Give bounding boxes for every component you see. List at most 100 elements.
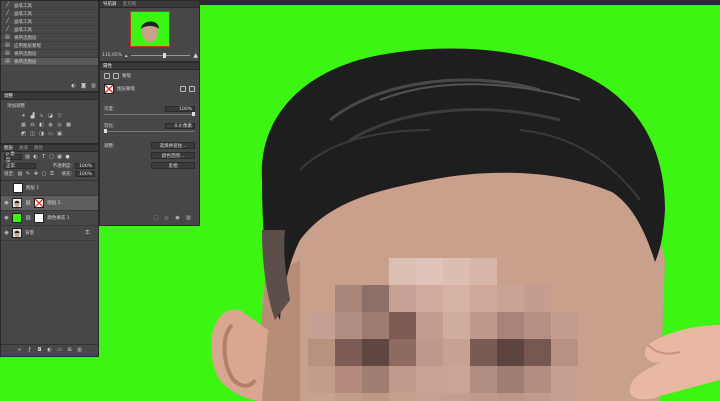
history-item[interactable]: ▤ 将所选图层 xyxy=(1,50,98,58)
link-icon[interactable]: ⛓ xyxy=(25,215,31,221)
tab-adjustments[interactable]: 调整 xyxy=(4,93,13,99)
filter-adjust-icon[interactable]: ◐ xyxy=(33,154,38,160)
lock-move-icon[interactable]: ✥ xyxy=(34,171,39,177)
lock-pixels-icon[interactable]: ▧ xyxy=(18,171,23,177)
vector-mask-icon[interactable] xyxy=(113,73,119,79)
density-slider[interactable] xyxy=(104,112,195,116)
posterize-icon[interactable]: ◫ xyxy=(30,132,35,137)
hue-sat-icon[interactable]: ▦ xyxy=(21,123,26,128)
layer-name[interactable]: 颜色填充 1 xyxy=(47,215,69,221)
color-balance-icon[interactable]: ⚖ xyxy=(30,123,35,128)
layer-name[interactable]: 背景 xyxy=(25,230,34,236)
layer-row[interactable]: ◉ 背景 ⚿ xyxy=(1,226,98,241)
camera-icon[interactable]: ◙ xyxy=(81,84,86,89)
exposure-icon[interactable]: ◪ xyxy=(48,114,53,119)
layer-style-icon[interactable]: ƒ xyxy=(27,348,32,353)
mask-thumbnail[interactable] xyxy=(104,84,114,94)
layer-row[interactable]: ◉ ⛓ 颜色填充 1 xyxy=(1,211,98,226)
zoom-slider[interactable] xyxy=(130,53,191,58)
history-item[interactable]: ╱ 画笔工具 xyxy=(1,18,98,26)
layer-mask-thumbnail[interactable] xyxy=(34,198,45,208)
gradient-map-icon[interactable]: ▭ xyxy=(48,132,53,137)
layer-name[interactable]: 图层 1 xyxy=(26,185,39,191)
link-icon[interactable]: ⛓ xyxy=(25,200,31,206)
history-item[interactable]: ╱ 画笔工具 xyxy=(1,2,98,10)
zoom-value[interactable]: 116.05% xyxy=(102,53,122,58)
top-bar xyxy=(200,0,720,5)
add-mask-icon[interactable]: ◘ xyxy=(37,348,42,353)
feather-slider[interactable] xyxy=(104,129,195,133)
select-and-mask-button[interactable]: 选择并遮住... xyxy=(151,142,195,149)
density-handle[interactable] xyxy=(192,112,195,116)
trash-icon[interactable]: ▥ xyxy=(91,84,96,89)
history-item[interactable]: ▤ 应用图层蒙版 xyxy=(1,42,98,50)
layer-row[interactable]: 图层 1 xyxy=(1,181,98,196)
curves-icon[interactable]: ∿ xyxy=(39,114,44,119)
eye-icon[interactable]: ◉ xyxy=(4,230,9,236)
layer-name[interactable]: 图层 2 xyxy=(47,200,60,206)
lock-all-icon[interactable]: ⚿ xyxy=(50,171,55,177)
tab-paths[interactable]: 路径 xyxy=(34,145,43,151)
zoom-in-icon[interactable]: ▲ xyxy=(193,52,198,59)
zoom-out-icon[interactable]: ▴ xyxy=(125,53,128,59)
density-field[interactable]: 100% xyxy=(165,106,195,112)
tab-channels[interactable]: 通道 xyxy=(19,145,28,151)
lock-paint-icon[interactable]: ✎ xyxy=(26,171,31,177)
delete-layer-icon[interactable]: ▥ xyxy=(77,348,82,353)
adjust-label: 调整: xyxy=(104,143,115,149)
filter-shape-icon[interactable]: ▢ xyxy=(49,154,54,160)
document-canvas[interactable]: ╱ 画笔工具 ╱ 画笔工具 ╱ 画笔工具 ╱ 画笔工具 ▤ 将所选图层 ▤ 应用图层蒙版 ▤… xyxy=(0,0,720,401)
adjustment-layer-icon[interactable]: ◐ xyxy=(47,348,52,353)
apply-icon[interactable]: ◇ xyxy=(164,216,169,221)
filter-type-icon[interactable]: T xyxy=(41,154,46,160)
color-range-button[interactable]: 颜色范围... xyxy=(151,152,195,159)
levels-icon[interactable]: ▟ xyxy=(30,114,35,119)
invert-button[interactable]: 反相 xyxy=(151,162,195,169)
fill-field[interactable]: 100% xyxy=(75,171,95,177)
color-lookup-icon[interactable]: ▩ xyxy=(66,123,71,128)
zoom-slider-handle[interactable] xyxy=(163,53,167,58)
layer-row[interactable]: ◉ ⛓ 图层 2 xyxy=(1,196,98,211)
filter-toggle-icon[interactable]: ● xyxy=(65,154,70,160)
lock-artboard-icon[interactable]: ▢ xyxy=(42,171,47,177)
opacity-field[interactable]: 100% xyxy=(75,163,95,169)
brightness-icon[interactable]: ☀ xyxy=(21,114,26,119)
eye-icon[interactable]: ◉ xyxy=(4,215,9,221)
filter-smart-icon[interactable]: ▣ xyxy=(57,154,62,160)
blend-mode-select[interactable]: 正常 xyxy=(4,163,36,169)
feather-field[interactable]: 0.0 像素 xyxy=(165,123,195,129)
vibrance-icon[interactable]: ▽ xyxy=(57,114,62,119)
load-selection-icon[interactable]: ⬚ xyxy=(153,216,158,221)
feather-handle[interactable] xyxy=(104,129,107,133)
feather-row: 羽化: 0.0 像素 xyxy=(100,115,199,129)
channel-mixer-icon[interactable]: ◎ xyxy=(57,123,62,128)
layer-filter-select[interactable]: ρ 类型 xyxy=(4,152,22,163)
new-snapshot-icon[interactable]: ◐ xyxy=(71,84,76,89)
mask-name: 图层蒙版 xyxy=(117,87,135,92)
tab-histogram[interactable]: 直方图 xyxy=(123,1,137,7)
invert-icon[interactable]: ◩ xyxy=(21,132,26,137)
tab-properties[interactable]: 属性 xyxy=(103,63,112,69)
tab-navigator[interactable]: 导航器 xyxy=(103,1,117,7)
properties-type-label: 蒙版 xyxy=(122,74,131,79)
delete-mask-icon[interactable]: ▥ xyxy=(186,216,191,221)
layer-mask-thumbnail[interactable] xyxy=(34,213,45,223)
link-layers-icon[interactable]: ∞ xyxy=(17,348,22,353)
filter-pixel-icon[interactable]: ▨ xyxy=(25,154,30,160)
group-icon[interactable]: ▭ xyxy=(57,348,62,353)
new-layer-icon[interactable]: ⊞ xyxy=(67,348,72,353)
black-white-icon[interactable]: ◧ xyxy=(39,123,44,128)
select-mask-icon[interactable] xyxy=(180,86,186,92)
apply-mask-icon[interactable] xyxy=(189,86,195,92)
eye-icon[interactable]: ◉ xyxy=(4,200,9,206)
photo-filter-icon[interactable]: ◍ xyxy=(48,123,53,128)
history-item[interactable]: ╱ 画笔工具 xyxy=(1,26,98,34)
selective-color-icon[interactable]: ▣ xyxy=(57,132,62,137)
history-item[interactable]: ▤ 将所选图层 xyxy=(1,34,98,42)
navigator-preview[interactable] xyxy=(130,11,170,47)
pixel-mask-icon[interactable] xyxy=(104,73,110,79)
threshold-icon[interactable]: ◨ xyxy=(39,132,44,137)
visibility-icon[interactable]: ◉ xyxy=(175,216,180,221)
history-item[interactable]: ╱ 画笔工具 xyxy=(1,10,98,18)
history-item[interactable]: ▤ 将所选图层 xyxy=(1,58,98,66)
